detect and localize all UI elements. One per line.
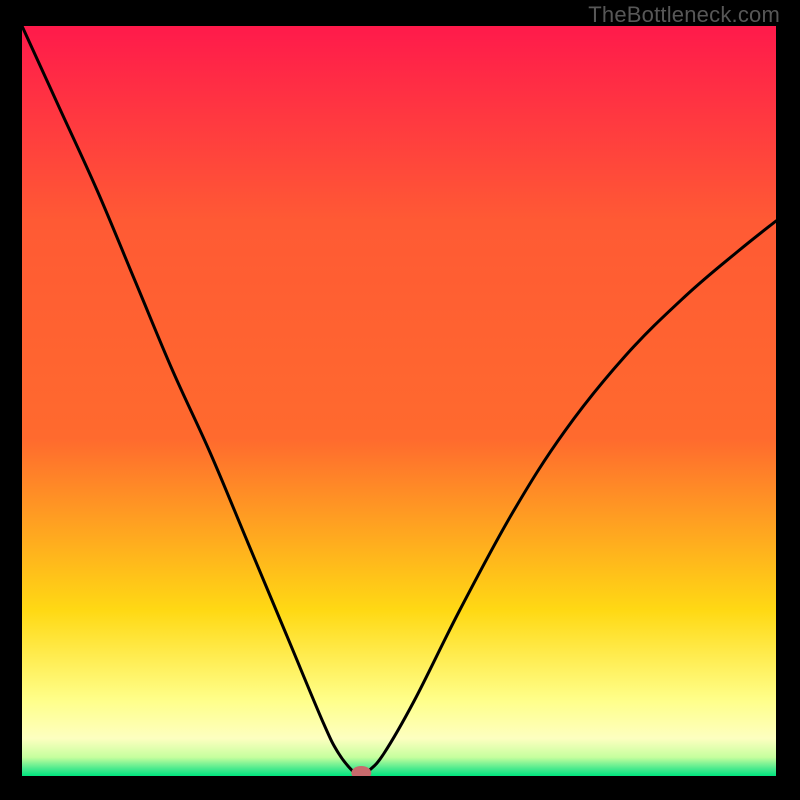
chart-svg [22,26,776,776]
watermark-text: TheBottleneck.com [588,2,780,28]
plot-area [22,26,776,776]
gradient-bg [22,26,776,776]
chart-container: TheBottleneck.com [0,0,800,800]
